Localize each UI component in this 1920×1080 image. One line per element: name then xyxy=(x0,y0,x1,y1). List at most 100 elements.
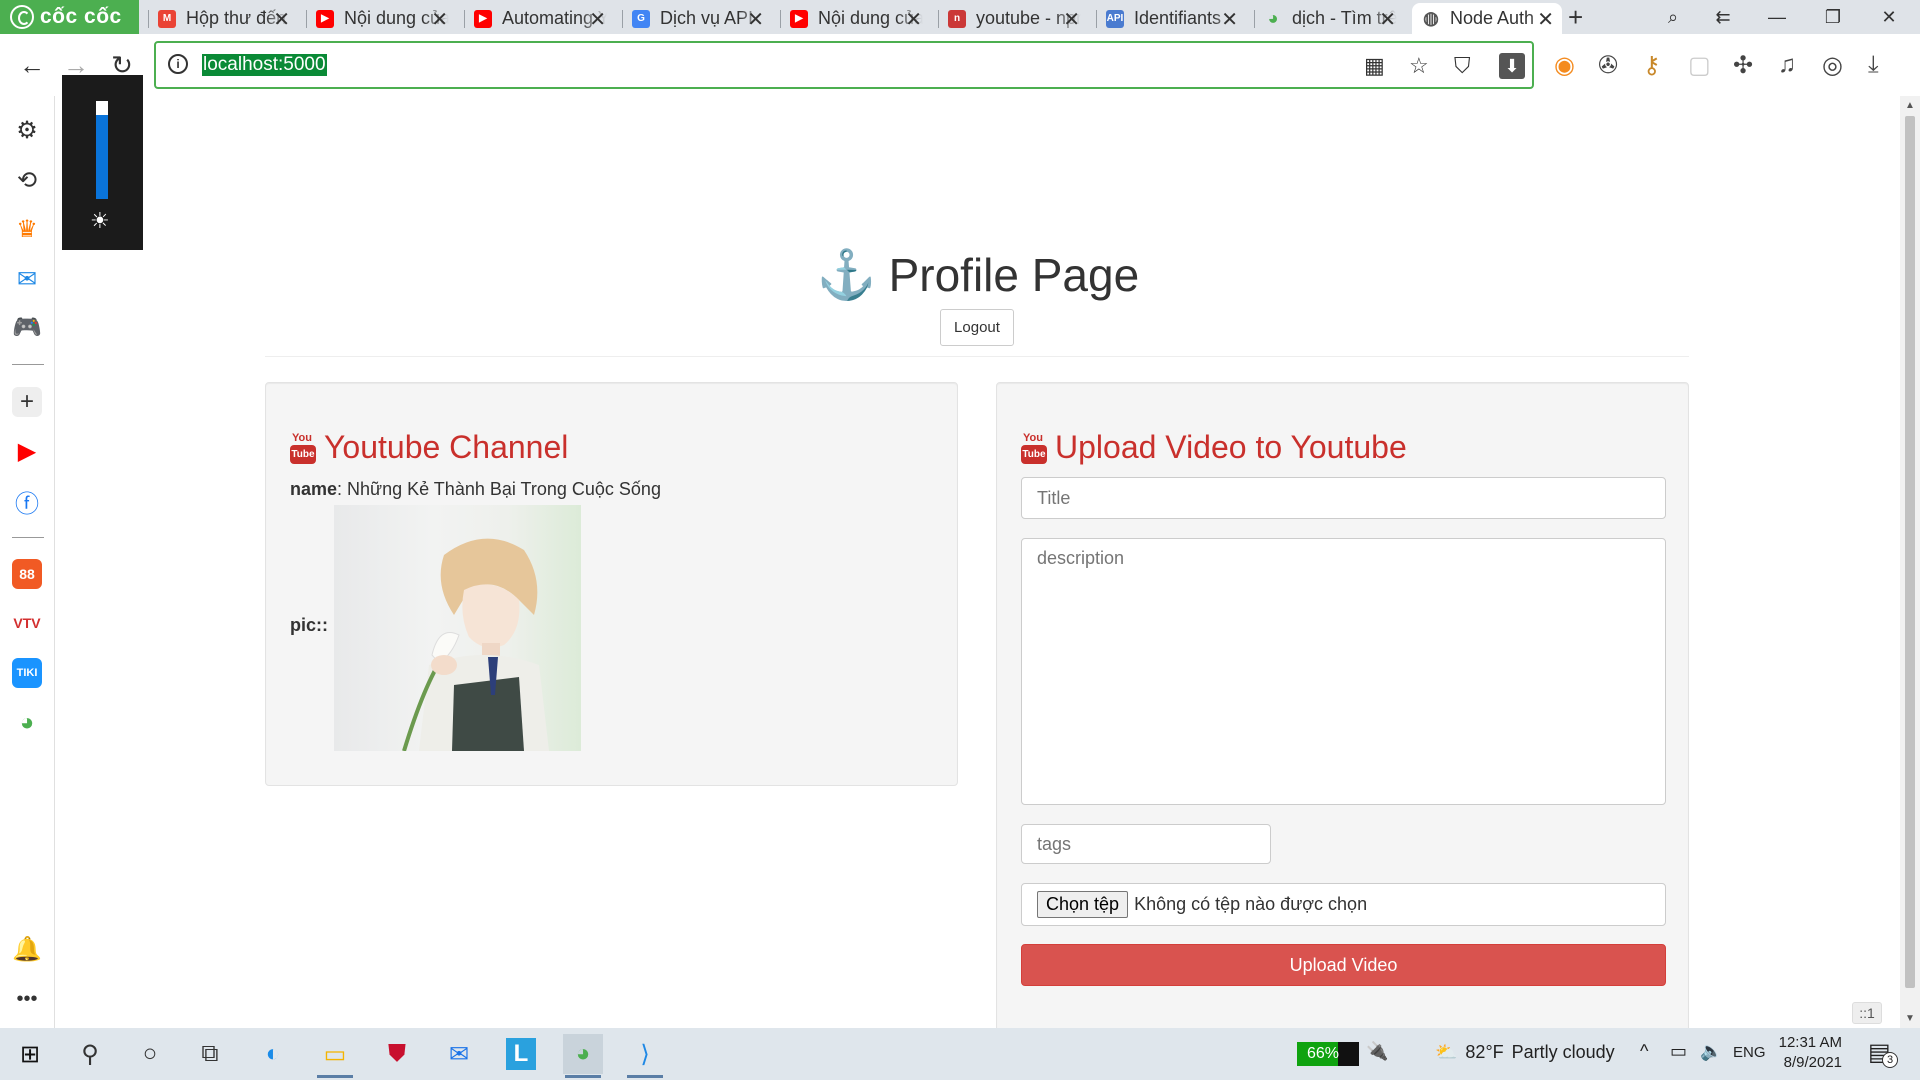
playlist-icon[interactable]: ♫ xyxy=(1778,51,1796,79)
back-forward-cache-icon[interactable]: ⇇ xyxy=(1700,0,1746,34)
address-bar[interactable]: i localhost:5000 ▦ ☆ ⛉ ⬇ xyxy=(154,41,1534,89)
tab-close-icon[interactable]: ✕ xyxy=(905,7,922,32)
edge-browser-icon[interactable]: ◐ xyxy=(253,1034,293,1074)
brightness-overlay[interactable]: ☀ xyxy=(62,75,143,250)
vscode-icon[interactable]: ⟩ xyxy=(625,1034,665,1078)
tab-close-icon[interactable]: ✕ xyxy=(273,7,290,32)
key-extension-icon[interactable]: ⚷ xyxy=(1643,51,1661,80)
volume-icon[interactable]: 🔈 xyxy=(1700,1041,1722,1062)
scroll-down-arrow-icon[interactable]: ▼ xyxy=(1905,1013,1915,1024)
weather-description: Partly cloudy xyxy=(1511,1042,1615,1062)
search-icon[interactable]: ⚲ xyxy=(70,1034,110,1074)
bookmark-star-icon[interactable]: ☆ xyxy=(1409,53,1429,79)
browser-tab[interactable]: ▶Nội dung của kênh✕ xyxy=(780,3,930,34)
restore-button[interactable]: ❐ xyxy=(1810,0,1856,34)
more-options-icon[interactable]: ••• xyxy=(12,984,42,1014)
mail-icon[interactable]: ✉ xyxy=(439,1034,479,1074)
coccoc-menu-button[interactable]: cốc cốc xyxy=(0,0,139,34)
browser-tab[interactable]: ◍ Node Auth ✕ xyxy=(1412,3,1562,34)
clock-time: 12:31 AM xyxy=(1778,1034,1842,1051)
scroll-up-arrow-icon[interactable]: ▲ xyxy=(1905,100,1915,111)
browser-tab[interactable]: API Identifiants ✕ xyxy=(1096,3,1246,34)
action-center-icon[interactable]: ▤ 3 xyxy=(1868,1038,1898,1068)
upload-heading-text: Upload Video to Youtube xyxy=(1055,429,1407,465)
file-explorer-icon[interactable]: ▭ xyxy=(315,1034,355,1078)
qr-code-icon[interactable]: ▦ xyxy=(1364,53,1385,79)
gmail-icon: M xyxy=(158,9,176,28)
choose-file-button[interactable]: Chọn tệp xyxy=(1037,891,1129,918)
youtube-shortcut-icon[interactable]: ▶ xyxy=(12,436,42,466)
system-clock[interactable]: 12:31 AM 8/9/2021 xyxy=(1776,1033,1842,1073)
browser-tab[interactable]: n youtube - npm ✕ xyxy=(938,3,1088,34)
vtv-go-icon[interactable]: VTV xyxy=(12,608,42,638)
site-info-icon[interactable]: i xyxy=(168,54,188,74)
tray-chevron-icon[interactable]: ^ xyxy=(1640,1041,1648,1062)
add-shortcut-icon[interactable]: + xyxy=(12,387,42,417)
channel-pic-label: pic:: xyxy=(290,615,328,635)
web-page: ⚓ Profile Page Logout You Tube Youtube C… xyxy=(56,96,1900,1028)
tab-close-icon[interactable]: ✕ xyxy=(431,7,448,32)
settings-gear-icon[interactable]: ⚙ xyxy=(12,115,42,145)
coccoc-extension-icon[interactable]: ◉ xyxy=(1554,51,1575,80)
media-extension-icon[interactable]: ✇ xyxy=(1598,51,1618,80)
globe-icon: ◍ xyxy=(1423,8,1439,28)
close-window-button[interactable]: ✕ xyxy=(1866,0,1912,34)
description-textarea[interactable] xyxy=(1021,538,1666,805)
tab-close-icon[interactable]: ✕ xyxy=(1379,7,1396,32)
tab-search-icon[interactable]: ⌕ xyxy=(1650,0,1696,34)
scrollbar-thumb[interactable] xyxy=(1905,116,1915,988)
logout-button[interactable]: Logout xyxy=(940,309,1014,346)
upload-video-button[interactable]: Upload Video xyxy=(1021,944,1666,986)
page-scrollbar[interactable]: ▲ ▼ xyxy=(1900,96,1920,1028)
clock-date: 8/9/2021 xyxy=(1783,1054,1842,1071)
extensions-puzzle-icon[interactable]: ✣ xyxy=(1733,51,1753,80)
browser-tab[interactable]: ▶Nội dung của kênh✕ xyxy=(306,3,456,34)
tab-close-icon[interactable]: ✕ xyxy=(1221,7,1238,32)
browser-tab[interactable]: M Hộp thư đến ✕ xyxy=(148,3,298,34)
tiki-88-icon[interactable]: TIKI xyxy=(12,658,42,688)
mcafee-icon[interactable]: ⛊ xyxy=(377,1034,417,1074)
browser-tab[interactable]: ▶Automating YouTube✕ xyxy=(464,3,614,34)
minimize-button[interactable]: — xyxy=(1754,0,1800,34)
tab-close-icon[interactable]: ✕ xyxy=(1537,7,1554,32)
title-input[interactable] xyxy=(1021,477,1666,519)
anchor-icon: ⚓ xyxy=(816,249,877,302)
crown-icon[interactable]: ♛ xyxy=(12,214,42,244)
file-input[interactable]: Chọn tệp Không có tệp nào được chọn xyxy=(1021,883,1666,926)
browser-sidebar: ⚙ ⟲ ♛ ✉ 🎮 + ▶ ⓕ 88 VTV TIKI ◕ 🔔 ••• xyxy=(0,96,55,1028)
coccoc-game-icon[interactable]: ◕ xyxy=(12,708,42,738)
zoom-indicator[interactable]: ::1 xyxy=(1852,1002,1882,1024)
notification-bell-icon[interactable]: 🔔 xyxy=(12,934,42,964)
url-text[interactable]: localhost:5000 xyxy=(202,54,327,76)
facebook-shortcut-icon[interactable]: ⓕ xyxy=(12,486,42,518)
tab-close-icon[interactable]: ✕ xyxy=(1063,7,1080,32)
task-view-icon[interactable]: ⧉ xyxy=(190,1034,230,1074)
tray-battery-icon[interactable]: ▭ xyxy=(1670,1041,1687,1062)
battery-indicator[interactable]: 66% xyxy=(1297,1042,1359,1066)
shopping-88-icon[interactable]: 88 xyxy=(12,559,42,589)
tab-close-icon[interactable]: ✕ xyxy=(589,7,606,32)
shield-icon[interactable]: ⛉ xyxy=(1454,53,1471,79)
language-indicator[interactable]: ENG xyxy=(1733,1044,1766,1061)
cortana-icon[interactable]: ○ xyxy=(130,1034,170,1074)
download-video-icon[interactable]: ⬇ xyxy=(1499,53,1525,79)
messenger-icon[interactable]: ✉ xyxy=(12,264,42,294)
history-icon[interactable]: ⟲ xyxy=(12,165,42,195)
back-button[interactable]: ← xyxy=(14,47,50,83)
weather-widget[interactable]: ⛅ 82°F Partly cloudy xyxy=(1435,1042,1615,1063)
new-tab-button[interactable]: + xyxy=(1568,2,1583,33)
tags-input[interactable] xyxy=(1021,824,1271,864)
lingoes-icon[interactable]: L xyxy=(506,1038,536,1070)
upload-video-panel: You Tube Upload Video to Youtube Chọn tệ… xyxy=(996,382,1689,1028)
windows-start-icon[interactable]: ⊞ xyxy=(10,1034,50,1074)
downloads-icon[interactable]: ⤓ xyxy=(1868,51,1879,79)
blank-extension-icon[interactable]: ▢ xyxy=(1688,51,1711,80)
profile-icon[interactable]: ◎ xyxy=(1822,51,1843,80)
brightness-slider-track[interactable] xyxy=(96,101,108,199)
browser-tab[interactable]: G Dịch vụ API ✕ xyxy=(622,3,772,34)
browser-tab[interactable]: ◕dịch - Tìm trên Cốc Cốc✕ xyxy=(1254,3,1404,34)
partly-cloudy-icon: ⛅ xyxy=(1435,1042,1458,1062)
tab-close-icon[interactable]: ✕ xyxy=(747,7,764,32)
coccoc-taskbar-icon[interactable]: ◕ xyxy=(563,1034,603,1078)
game-controller-icon[interactable]: 🎮 xyxy=(12,312,42,342)
